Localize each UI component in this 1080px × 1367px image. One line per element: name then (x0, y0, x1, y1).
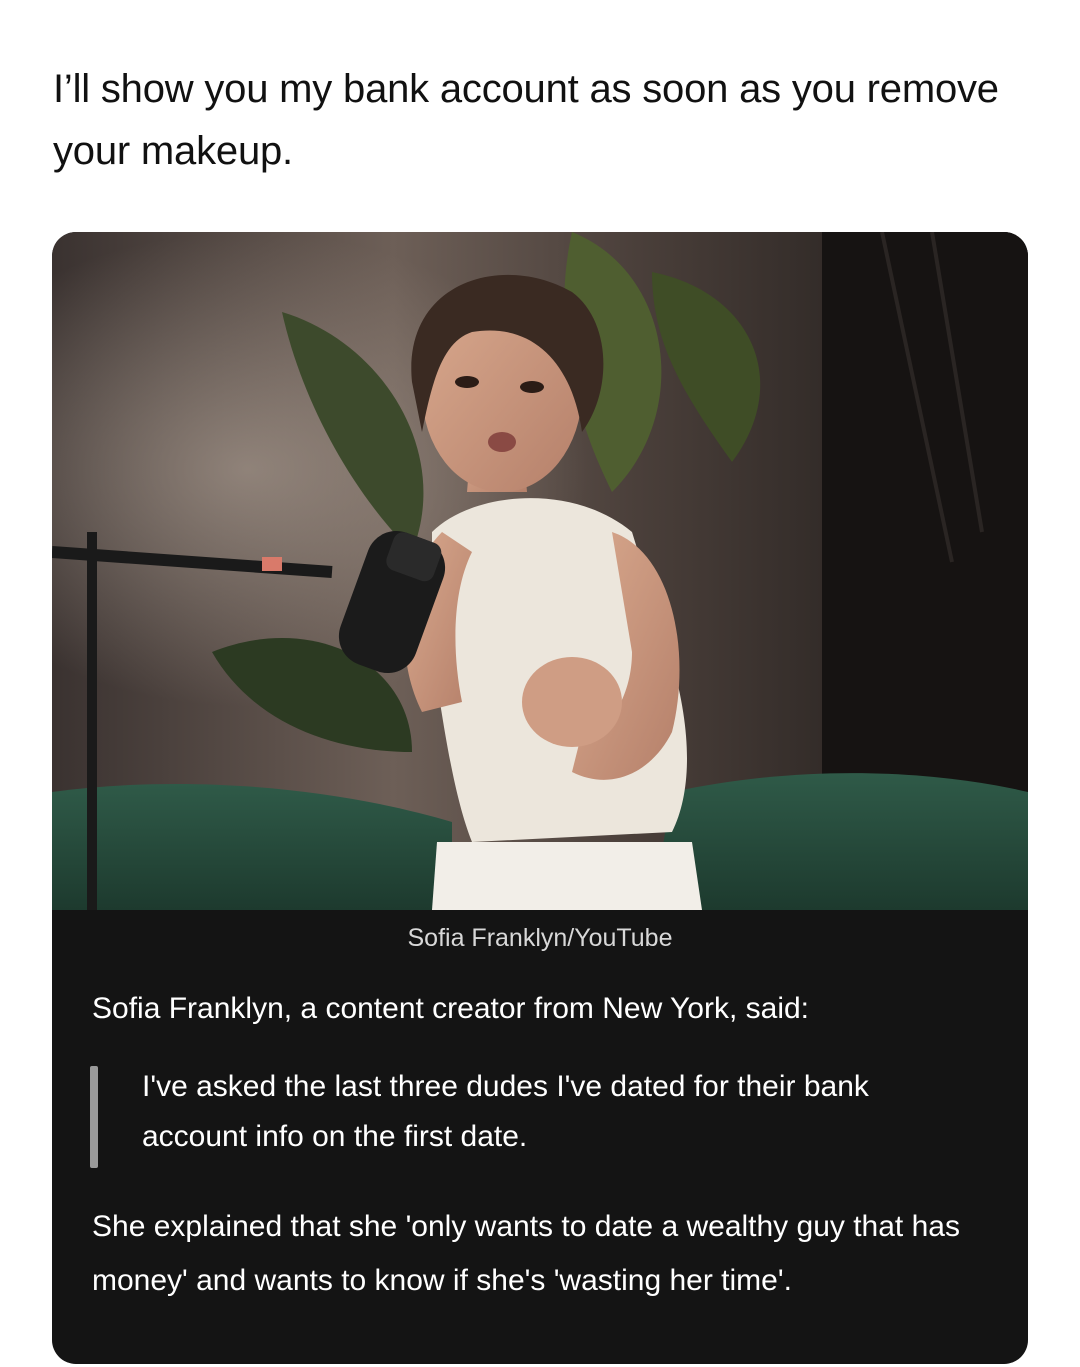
article-intro: Sofia Franklyn, a content creator from N… (92, 992, 809, 1025)
quote-text: I've asked the last three dudes I've dat… (142, 1070, 869, 1153)
blockquote: I've asked the last three dudes I've dat… (90, 1066, 990, 1176)
post-container: I’ll show you my bank account as soon as… (0, 0, 1080, 1367)
article-body: She explained that she 'only wants to da… (92, 1210, 960, 1297)
article-card[interactable]: Sofia Franklyn/YouTube Sofia Franklyn, a… (52, 232, 1028, 1364)
quote-bar (90, 1066, 98, 1168)
post-text: I’ll show you my bank account as soon as… (53, 67, 999, 173)
photo-caption: Sofia Franklyn/YouTube (407, 924, 673, 952)
article-photo (52, 232, 1028, 910)
